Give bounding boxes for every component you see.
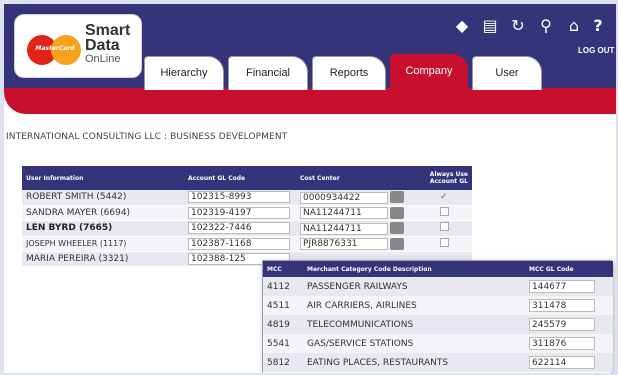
mastercard-logo-text: MasterCard — [35, 45, 75, 52]
back-icon[interactable]: ◆ — [452, 16, 472, 36]
user-gl-table: User Information Account GL Code Cost Ce… — [22, 166, 472, 267]
home-icon[interactable]: ⌂ — [564, 16, 584, 36]
mcc-gl-field[interactable]: 311478 — [529, 299, 595, 312]
mcc-gl-field[interactable]: 622114 — [529, 356, 595, 369]
always-use-checkbox[interactable] — [440, 206, 449, 216]
col-always-use: Always Use Account GL — [408, 166, 472, 190]
table-row: JOSEPH WHEELER (1117) 102387-1168 PJR887… — [22, 236, 472, 252]
brand-line-2: Data — [85, 37, 120, 54]
filter-icon[interactable] — [390, 222, 404, 234]
mcc-description: GAS/SERVICE STATIONS — [303, 334, 525, 353]
table-row: 5541 GAS/SERVICE STATIONS 311876 — [263, 334, 613, 353]
filter-icon[interactable] — [390, 191, 404, 203]
breadcrumb: INTERNATIONAL CONSULTING LLC : BUSINESS … — [6, 132, 288, 142]
table-row: 4511 AIR CARRIERS, AIRLINES 311478 — [263, 296, 613, 315]
mcc-description: EATING PLACES, RESTAURANTS — [303, 353, 525, 372]
brand-line-3: OnLine — [85, 53, 121, 65]
col-mcc-gl-code: MCC GL Code — [525, 261, 613, 277]
mcc-description: PASSENGER RAILWAYS — [303, 277, 525, 296]
tab-hierarchy[interactable]: Hierarchy — [144, 56, 224, 90]
account-gl-field[interactable]: 102315-8993 — [188, 191, 290, 204]
col-mcc-description: Merchant Category Code Description — [303, 261, 525, 277]
account-gl-field[interactable]: 102387-1168 — [188, 237, 290, 250]
mcc-gl-field[interactable]: 245579 — [529, 318, 595, 331]
mcc-code: 4819 — [263, 315, 303, 334]
print-icon[interactable]: ▤ — [480, 16, 500, 36]
brand-line-1: Smart — [85, 22, 131, 39]
user-name: SANDRA MAYER (6694) — [22, 205, 184, 221]
mcc-table: MCC Merchant Category Code Description M… — [263, 261, 613, 372]
user-name: MARIA PEREIRA (3321) — [22, 251, 184, 267]
tab-company[interactable]: Company — [390, 54, 468, 94]
col-mcc: MCC — [263, 261, 303, 277]
user-name: LEN BYRD (7665) — [22, 220, 184, 237]
cost-center-field[interactable]: NA11244711 — [300, 207, 388, 219]
account-gl-field[interactable]: 102322-7446 — [188, 222, 290, 235]
help-icon[interactable]: ? — [588, 16, 608, 36]
filter-icon[interactable] — [390, 237, 404, 250]
table-row: 5812 EATING PLACES, RESTAURANTS 622114 — [263, 353, 613, 372]
refresh-icon[interactable]: ↻ — [508, 16, 528, 36]
mcc-description: TELECOMMUNICATIONS — [303, 315, 525, 334]
mcc-code: 5812 — [263, 353, 303, 372]
mcc-code: 5541 — [263, 334, 303, 353]
col-account-gl-code: Account GL Code — [184, 166, 296, 190]
mcc-description: AIR CARRIERS, AIRLINES — [303, 296, 525, 315]
cost-center-field[interactable]: NA11244711 — [300, 222, 388, 235]
filter-icon[interactable] — [390, 206, 404, 219]
always-use-checkbox[interactable] — [440, 237, 449, 247]
tab-user[interactable]: User — [472, 56, 542, 90]
logout-link[interactable]: LOG OUT — [578, 46, 614, 55]
table-row: 4819 TELECOMMUNICATIONS 245579 — [263, 315, 613, 334]
app-window: MasterCard Smart Data OnLine Hierarchy F… — [4, 4, 616, 373]
col-cost-center: Cost Center — [296, 166, 408, 190]
mcc-gl-field[interactable]: 144677 — [529, 280, 595, 293]
brand-name: Smart Data OnLine — [85, 23, 130, 66]
user-name: JOSEPH WHEELER (1117) — [22, 236, 184, 252]
tab-reports[interactable]: Reports — [312, 56, 386, 90]
always-use-checkbox[interactable]: ✓ — [440, 192, 448, 202]
user-name: ROBERT SMITH (5442) — [22, 190, 184, 206]
mcc-code: 4511 — [263, 296, 303, 315]
mcc-code: 4112 — [263, 277, 303, 296]
table-row: LEN BYRD (7665) 102322-7446 NA11244711 — [22, 220, 472, 237]
mcc-gl-popup: MCC Merchant Category Code Description M… — [262, 260, 613, 373]
always-use-checkbox[interactable] — [440, 222, 449, 232]
col-user-information: User Information — [22, 166, 184, 190]
cost-center-field[interactable]: 0000934422 — [300, 191, 388, 204]
table-row: ROBERT SMITH (5442) 102315-8993 00009344… — [22, 190, 472, 206]
table-row: SANDRA MAYER (6694) 102319-4197 NA112447… — [22, 205, 472, 221]
app-logo: MasterCard Smart Data OnLine — [14, 14, 142, 78]
cost-center-field[interactable]: PJR8876331 — [300, 238, 388, 250]
accent-bar — [4, 88, 616, 114]
account-gl-field[interactable]: 102319-4197 — [188, 206, 290, 219]
mcc-gl-field[interactable]: 311876 — [529, 337, 595, 350]
mastercard-logo-icon: MasterCard — [27, 35, 83, 65]
search-icon[interactable]: ⚲ — [536, 16, 556, 36]
table-row: 4112 PASSENGER RAILWAYS 144677 — [263, 277, 613, 296]
tab-financial[interactable]: Financial — [228, 56, 308, 90]
toolbar: ◆ ▤ ↻ ⚲ ⌂ ? — [452, 16, 612, 38]
